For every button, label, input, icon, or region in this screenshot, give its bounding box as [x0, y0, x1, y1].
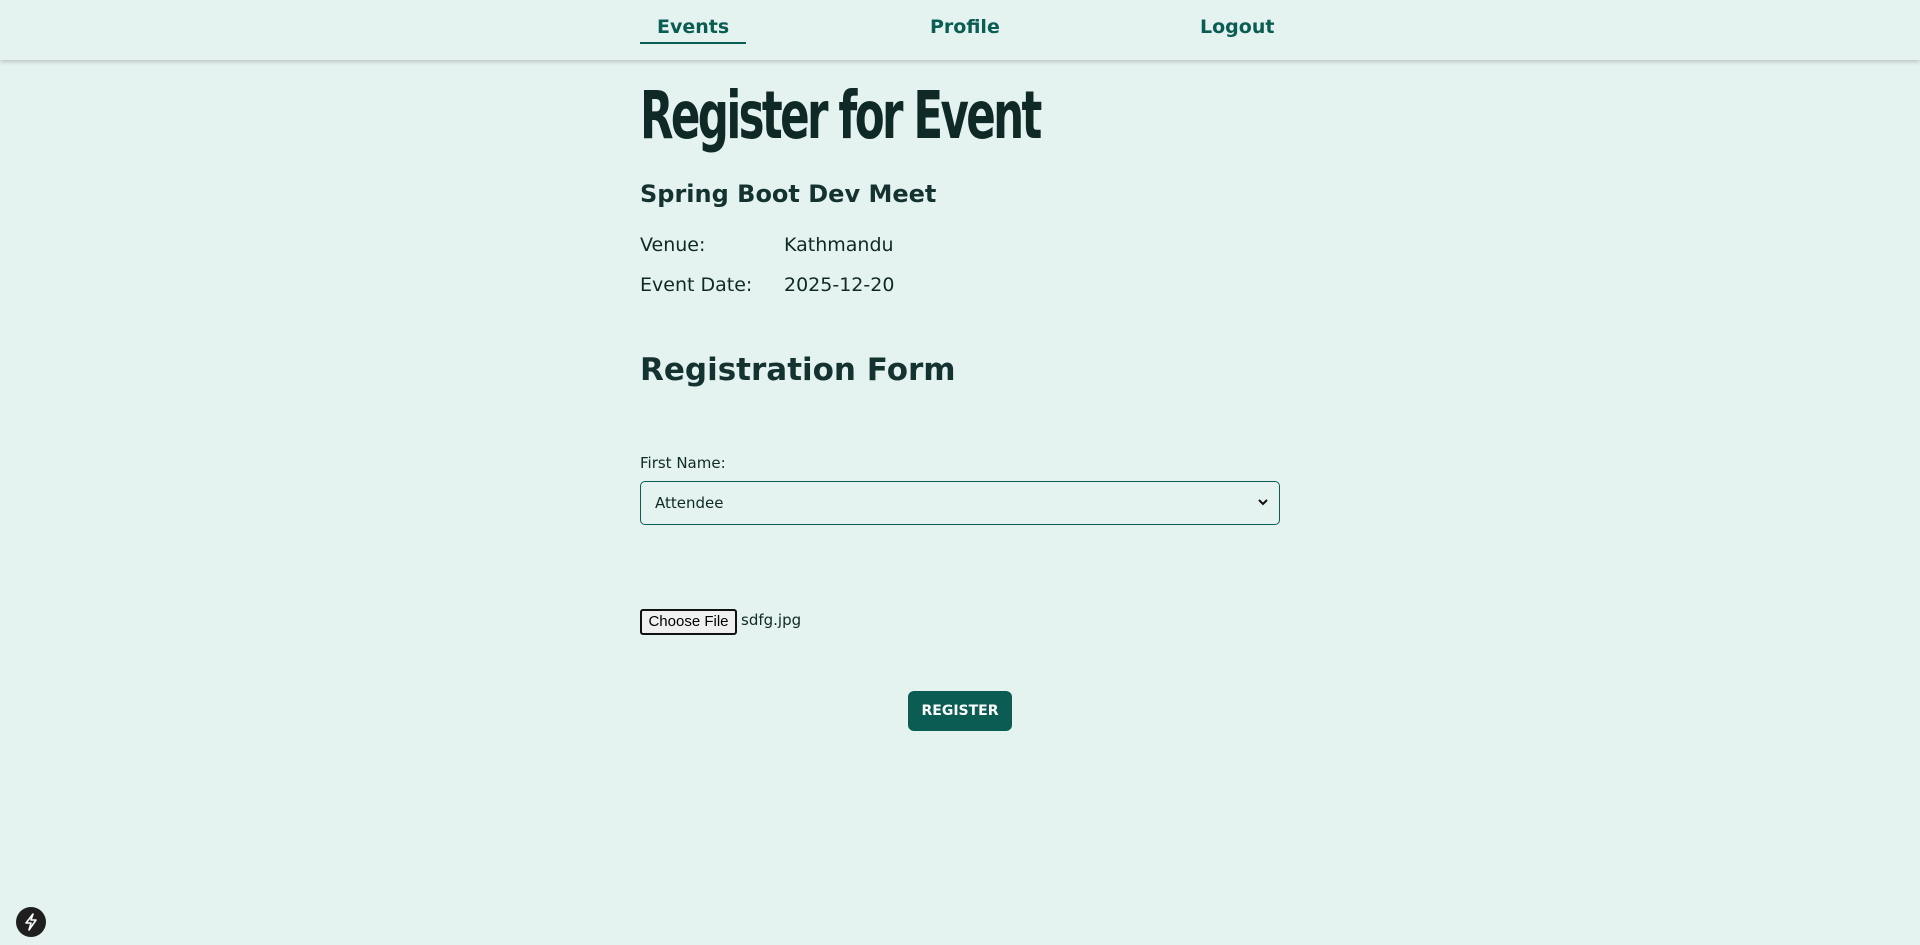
event-name: Spring Boot Dev Meet — [640, 180, 937, 208]
venue-value: Kathmandu — [784, 234, 894, 256]
event-date-value: 2025-12-20 — [784, 274, 895, 296]
role-select-value: Attendee — [655, 494, 724, 512]
selected-file-name: sdfg.jpg — [741, 611, 802, 629]
lightning-icon[interactable] — [16, 907, 46, 937]
nav-profile-link[interactable]: Profile — [930, 14, 1000, 40]
choose-file-button[interactable]: Choose File — [640, 609, 737, 635]
registration-form-title: Registration Form — [640, 352, 956, 388]
first-name-label: First Name: — [640, 454, 726, 472]
venue-label: Venue: — [640, 234, 706, 256]
chevron-down-icon — [1257, 492, 1269, 516]
nav-logout-link[interactable]: Logout — [1200, 14, 1274, 40]
nav-events-link[interactable]: Events — [640, 14, 747, 44]
register-button[interactable]: REGISTER — [908, 691, 1012, 731]
top-navigation: Events Profile Logout — [0, 0, 1920, 60]
role-select[interactable]: Attendee — [640, 481, 1280, 525]
page-title: Register for Event — [640, 77, 1042, 154]
event-date-label: Event Date: — [640, 274, 753, 296]
